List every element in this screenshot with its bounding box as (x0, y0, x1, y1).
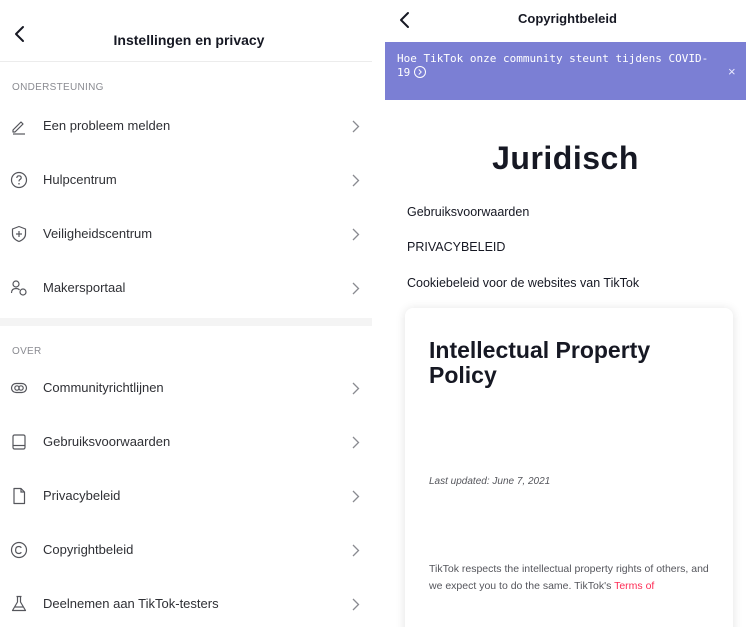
page-title: Instellingen en privacy (113, 32, 265, 48)
guidelines-icon (10, 382, 28, 394)
chevron-right-icon (352, 544, 360, 557)
shield-icon (11, 225, 27, 243)
chevron-right-icon (352, 282, 360, 295)
chevron-right-icon (352, 436, 360, 449)
banner-text: Hoe TikTok onze community steunt tijdens… (397, 52, 709, 79)
settings-item-label: Privacybeleid (43, 488, 121, 503)
settings-item-help-center[interactable]: Hulpcentrum (0, 154, 372, 208)
settings-item-label: Een probleem melden (43, 118, 171, 133)
settings-item-community-guidelines[interactable]: Communityrichtlijnen (0, 362, 372, 416)
chevron-right-icon (352, 490, 360, 503)
settings-item-report-problem[interactable]: Een probleem melden (0, 100, 372, 154)
settings-item-copyright-policy[interactable]: Copyrightbeleid (0, 524, 372, 578)
settings-item-creator-portal[interactable]: Makersportaal (0, 262, 372, 316)
section-label-about: OVER (12, 346, 42, 357)
legal-heading: Juridisch (492, 140, 639, 176)
settings-item-label: Gebruiksvoorwaarden (43, 434, 171, 449)
chevron-right-icon (352, 120, 360, 133)
chevron-right-icon (352, 598, 360, 611)
settings-header: Instellingen en privacy (0, 0, 372, 62)
pencil-icon (12, 121, 25, 135)
flask-icon (11, 595, 27, 612)
card-body: TikTok respects the intellectual propert… (429, 561, 719, 595)
copyright-icon (10, 541, 28, 559)
close-icon[interactable]: × (728, 64, 736, 79)
help-circle-icon (10, 171, 28, 189)
settings-item-tiktok-testers[interactable]: Deelnemen aan TikTok-testers (0, 578, 372, 627)
settings-item-label: Deelnemen aan TikTok-testers (43, 596, 219, 611)
section-label-support: ONDERSTEUNING (12, 82, 104, 93)
settings-item-label: Communityrichtlijnen (43, 380, 164, 395)
last-updated: Last updated: June 7, 2021 (429, 476, 551, 487)
card-body-text: TikTok respects the intellectual propert… (429, 563, 709, 592)
chevron-right-icon (352, 174, 360, 187)
chevron-right-icon (352, 228, 360, 241)
arrow-circle-icon (414, 66, 427, 78)
terms-link[interactable]: Terms of (614, 580, 654, 592)
document-icon (13, 487, 26, 505)
link-terms-of-service[interactable]: Gebruiksvoorwaarden (407, 205, 529, 219)
covid-banner[interactable]: Hoe TikTok onze community steunt tijdens… (385, 42, 746, 100)
chevron-right-icon (352, 382, 360, 395)
settings-panel: Instellingen en privacy ONDERSTEUNING Ee… (0, 0, 372, 627)
policy-card: Intellectual Property Policy Last update… (405, 308, 733, 627)
settings-item-label: Makersportaal (43, 280, 126, 295)
link-cookie-policy[interactable]: Cookiebeleid voor de websites van TikTok (407, 276, 639, 290)
settings-item-label: Copyrightbeleid (43, 542, 134, 557)
settings-item-terms-of-service[interactable]: Gebruiksvoorwaarden (0, 416, 372, 470)
copyright-policy-panel: Copyrightbeleid Hoe TikTok onze communit… (385, 0, 746, 627)
creators-icon (10, 280, 27, 296)
settings-item-label: Hulpcentrum (43, 172, 117, 187)
section-divider (0, 318, 372, 326)
book-icon (12, 434, 26, 450)
banner-text-wrap: Hoe TikTok onze community steunt tijdens… (397, 52, 717, 80)
settings-item-safety-center[interactable]: Veiligheidscentrum (0, 208, 372, 262)
settings-item-privacy-policy[interactable]: Privacybeleid (0, 470, 372, 524)
card-title: Intellectual Property Policy (429, 337, 651, 388)
link-privacy-policy[interactable]: PRIVACYBELEID (407, 240, 505, 254)
copyright-header: Copyrightbeleid (385, 0, 746, 42)
page-title: Copyrightbeleid (518, 11, 617, 26)
settings-item-label: Veiligheidscentrum (43, 226, 153, 241)
